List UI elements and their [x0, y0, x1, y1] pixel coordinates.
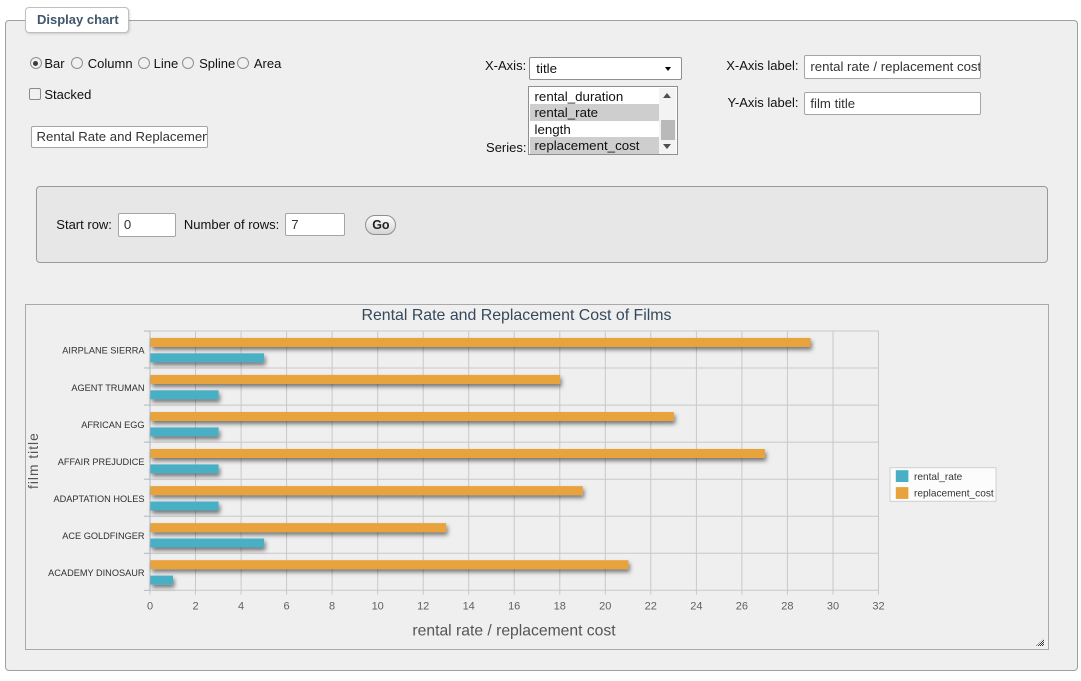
svg-text:AFRICAN EGG: AFRICAN EGG	[81, 420, 144, 430]
svg-text:20: 20	[599, 601, 611, 613]
svg-text:0: 0	[146, 601, 152, 613]
svg-text:2: 2	[192, 601, 198, 613]
svg-text:ADAPTATION HOLES: ADAPTATION HOLES	[53, 494, 144, 504]
svg-text:28: 28	[781, 601, 793, 613]
svg-text:30: 30	[826, 601, 838, 613]
svg-text:16: 16	[508, 601, 520, 613]
svg-text:32: 32	[872, 601, 884, 613]
svg-text:film title: film title	[26, 432, 41, 489]
svg-text:ACADEMY DINOSAUR: ACADEMY DINOSAUR	[48, 568, 145, 578]
svg-text:4: 4	[238, 601, 244, 613]
svg-text:AFFAIR PREJUDICE: AFFAIR PREJUDICE	[57, 457, 144, 467]
svg-text:24: 24	[690, 601, 702, 613]
svg-text:6: 6	[283, 601, 289, 613]
svg-text:AIRPLANE SIERRA: AIRPLANE SIERRA	[62, 346, 145, 356]
svg-text:replacement_cost: replacement_cost	[914, 489, 994, 500]
svg-text:18: 18	[553, 601, 565, 613]
svg-text:22: 22	[644, 601, 656, 613]
svg-text:8: 8	[329, 601, 335, 613]
svg-text:12: 12	[417, 601, 429, 613]
svg-text:26: 26	[735, 601, 747, 613]
svg-text:ACE GOLDFINGER: ACE GOLDFINGER	[62, 531, 145, 541]
svg-text:10: 10	[371, 601, 383, 613]
svg-text:rental_rate: rental_rate	[914, 472, 963, 483]
svg-text:Rental Rate and Replacement Co: Rental Rate and Replacement Cost of Film…	[361, 307, 671, 324]
svg-text:14: 14	[462, 601, 474, 613]
svg-text:rental rate / replacement cost: rental rate / replacement cost	[412, 623, 616, 640]
svg-text:AGENT TRUMAN: AGENT TRUMAN	[71, 383, 144, 393]
